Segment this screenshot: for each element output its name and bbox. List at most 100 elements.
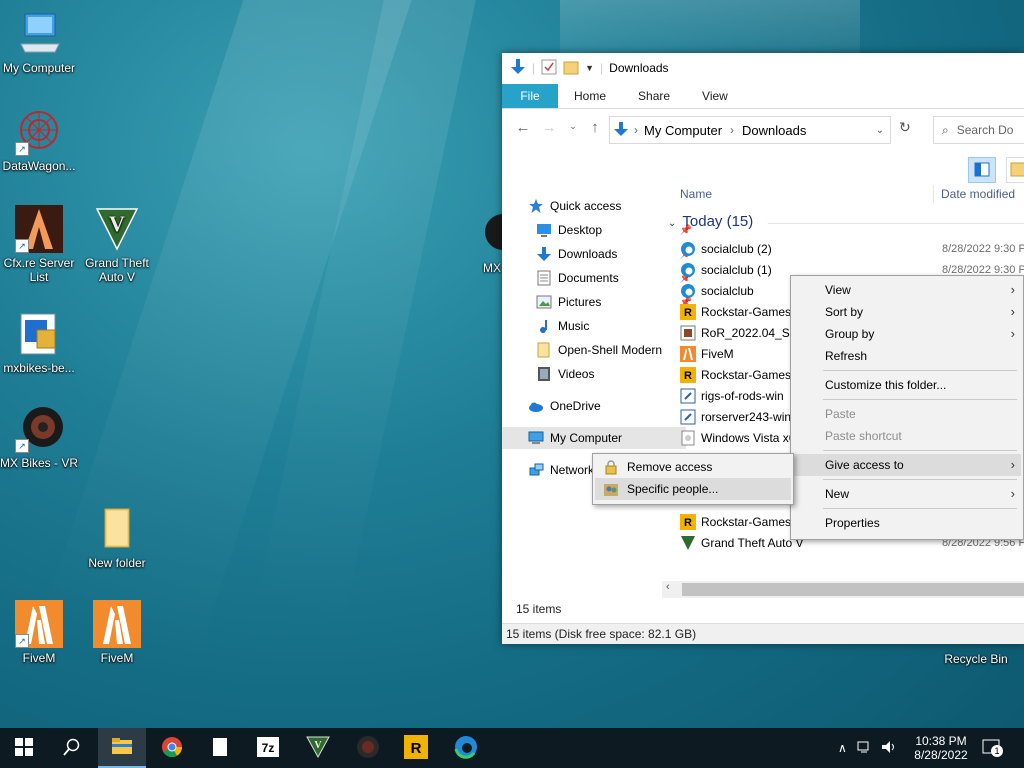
forward-arrow-icon[interactable]: → xyxy=(538,119,560,136)
desktop-icon-new-folder[interactable]: New folder xyxy=(78,505,156,570)
group-header-today[interactable]: ⌄ Today (15) xyxy=(668,213,1024,230)
svg-text:R: R xyxy=(411,740,422,757)
desktop-icon-my-computer[interactable]: My Computer xyxy=(0,10,78,75)
menu-item-remove-access[interactable]: Remove access xyxy=(595,456,791,478)
rockstar-icon: R xyxy=(680,366,696,383)
menu-item-refresh[interactable]: Refresh xyxy=(793,345,1021,367)
desktop-icon-label: FiveM xyxy=(22,651,56,665)
desktop-icon-cfx-server-list[interactable]: ↗ Cfx.re Server List xyxy=(0,205,78,284)
recent-locations-chevron-icon[interactable]: ⌄ xyxy=(562,121,584,132)
nav-item-label: Network xyxy=(550,463,595,477)
tab-view[interactable]: View xyxy=(686,84,744,108)
menu-item-label: Refresh xyxy=(825,349,868,363)
new-folder-icon[interactable] xyxy=(563,59,579,78)
nav-item-onedrive[interactable]: OneDrive xyxy=(502,395,686,417)
menu-item-paste-shortcut[interactable]: Paste shortcut xyxy=(793,425,1021,447)
tab-home[interactable]: Home xyxy=(558,84,622,108)
scrollbar-thumb[interactable] xyxy=(682,583,1024,596)
taskbar-file-explorer[interactable] xyxy=(98,728,146,768)
desktop-icon-datawagon[interactable]: ↗ DataWagon... xyxy=(0,108,78,173)
up-arrow-icon[interactable]: ↑ xyxy=(584,119,606,136)
blank-document-icon xyxy=(212,737,228,760)
desktop-icon-gta-v[interactable]: V Grand Theft Auto V xyxy=(78,205,156,284)
nav-item-documents[interactable]: Documents 📌 xyxy=(502,267,694,289)
clock[interactable]: 10:38 PM 8/28/2022 xyxy=(906,728,976,768)
taskbar-rockstar[interactable]: R xyxy=(392,728,440,768)
installer-icon xyxy=(680,325,696,341)
scroll-left-arrow-icon[interactable]: ‹ xyxy=(666,581,670,593)
menu-item-view[interactable]: View › xyxy=(793,279,1021,301)
search-button[interactable] xyxy=(48,728,96,768)
taskbar-7zip[interactable]: 7z xyxy=(244,728,292,768)
menu-item-group-by[interactable]: Group by › xyxy=(793,323,1021,345)
start-button[interactable] xyxy=(0,728,48,768)
details-pane-toggle-icon[interactable] xyxy=(1006,157,1024,183)
menu-item-sort-by[interactable]: Sort by › xyxy=(793,301,1021,323)
desktop-icon-recycle-bin[interactable]: Recycle Bin xyxy=(940,652,1012,666)
breadcrumb-downloads[interactable]: Downloads xyxy=(742,123,806,138)
menu-item-specific-people[interactable]: Specific people... xyxy=(595,478,791,500)
file-name: FiveM xyxy=(701,346,734,361)
menu-item-properties[interactable]: Properties xyxy=(793,512,1021,534)
nav-item-downloads[interactable]: Downloads 📌 xyxy=(502,243,694,265)
taskbar: 7z V R ∧ 10:38 PM 8/28/2022 1 xyxy=(0,728,1024,768)
taskbar-edge[interactable] xyxy=(442,728,490,768)
installer-icon xyxy=(680,388,696,404)
nav-item-desktop[interactable]: Desktop 📌 xyxy=(502,219,694,241)
folder-icon xyxy=(111,737,133,758)
nav-item-quick-access[interactable]: Quick access xyxy=(502,195,686,217)
horizontal-scrollbar[interactable]: ‹ xyxy=(662,581,1024,598)
file-row[interactable]: socialclub (2) 8/28/2022 9:30 P xyxy=(680,238,1024,259)
column-header-date-modified[interactable]: Date modified xyxy=(941,183,1015,205)
desktop-icon-mxbikes-be[interactable]: mxbikes-be... xyxy=(0,310,78,375)
nav-item-videos[interactable]: Videos xyxy=(502,363,694,385)
edge-icon xyxy=(680,283,696,299)
file-date: 8/28/2022 9:30 P xyxy=(942,263,1024,276)
taskbar-gta-v[interactable]: V xyxy=(294,728,342,768)
refresh-icon[interactable]: ↻ xyxy=(899,119,911,136)
desktop-icon-label: My Computer xyxy=(2,61,76,75)
nav-item-pictures[interactable]: Pictures 📌 xyxy=(502,291,694,313)
7zip-icon: 7z xyxy=(257,736,279,760)
desktop-icon-fivem-shortcut[interactable]: ↗ FiveM xyxy=(0,600,78,665)
taskbar-notepad[interactable] xyxy=(196,728,244,768)
tab-share[interactable]: Share xyxy=(622,84,686,108)
document-icon xyxy=(536,270,552,286)
menu-item-customize-folder[interactable]: Customize this folder... xyxy=(793,374,1021,396)
desktop-icon-fivem[interactable]: FiveM xyxy=(78,600,156,665)
chevron-down-icon[interactable]: ▼ xyxy=(585,63,594,73)
submenu-arrow-icon: › xyxy=(1010,304,1015,319)
properties-check-icon[interactable] xyxy=(541,59,557,78)
tab-file[interactable]: File xyxy=(502,84,558,108)
show-hidden-icons-chevron-icon[interactable]: ∧ xyxy=(838,741,847,755)
context-menu: View › Sort by › Group by › Refresh Customi… xyxy=(790,275,1024,540)
volume-icon[interactable] xyxy=(881,740,897,757)
taskbar-chrome[interactable] xyxy=(148,728,196,768)
download-arrow-icon[interactable] xyxy=(510,58,526,79)
nav-item-my-computer[interactable]: My Computer xyxy=(502,427,686,449)
desktop-icon-mx-bikes-vr[interactable]: ↗ MX Bikes - VR xyxy=(0,405,78,470)
menu-item-new[interactable]: New › xyxy=(793,483,1021,505)
action-center-button[interactable]: 1 xyxy=(982,728,1003,768)
nav-item-music[interactable]: Music xyxy=(502,315,694,337)
nav-item-label: Quick access xyxy=(550,199,622,213)
network-icon[interactable] xyxy=(857,740,873,757)
column-header-name[interactable]: Name xyxy=(680,183,712,205)
preview-pane-toggle-icon[interactable] xyxy=(968,157,996,183)
back-arrow-icon[interactable]: ← xyxy=(512,119,534,136)
menu-item-give-access-to[interactable]: Give access to › xyxy=(793,454,1021,476)
search-box[interactable]: ⌕ Search Do xyxy=(933,116,1024,144)
taskbar-mx-bikes[interactable] xyxy=(344,728,392,768)
shortcut-arrow-icon: ↗ xyxy=(15,634,29,648)
group-divider xyxy=(768,223,1024,224)
file-name: Rockstar-Games- xyxy=(701,514,796,529)
file-name: socialclub (1) xyxy=(701,262,772,277)
breadcrumb-my-computer[interactable]: My Computer xyxy=(644,123,722,138)
nav-item-open-shell-modern[interactable]: Open-Shell Modern xyxy=(502,339,694,361)
menu-item-label: Give access to xyxy=(825,458,904,472)
menu-item-paste[interactable]: Paste xyxy=(793,403,1021,425)
nav-item-label: Pictures xyxy=(558,295,602,309)
menu-item-label: Sort by xyxy=(825,305,864,319)
address-dropdown-icon[interactable]: ⌄ xyxy=(876,125,884,136)
address-field[interactable]: › My Computer › Downloads ⌄ xyxy=(609,116,891,144)
